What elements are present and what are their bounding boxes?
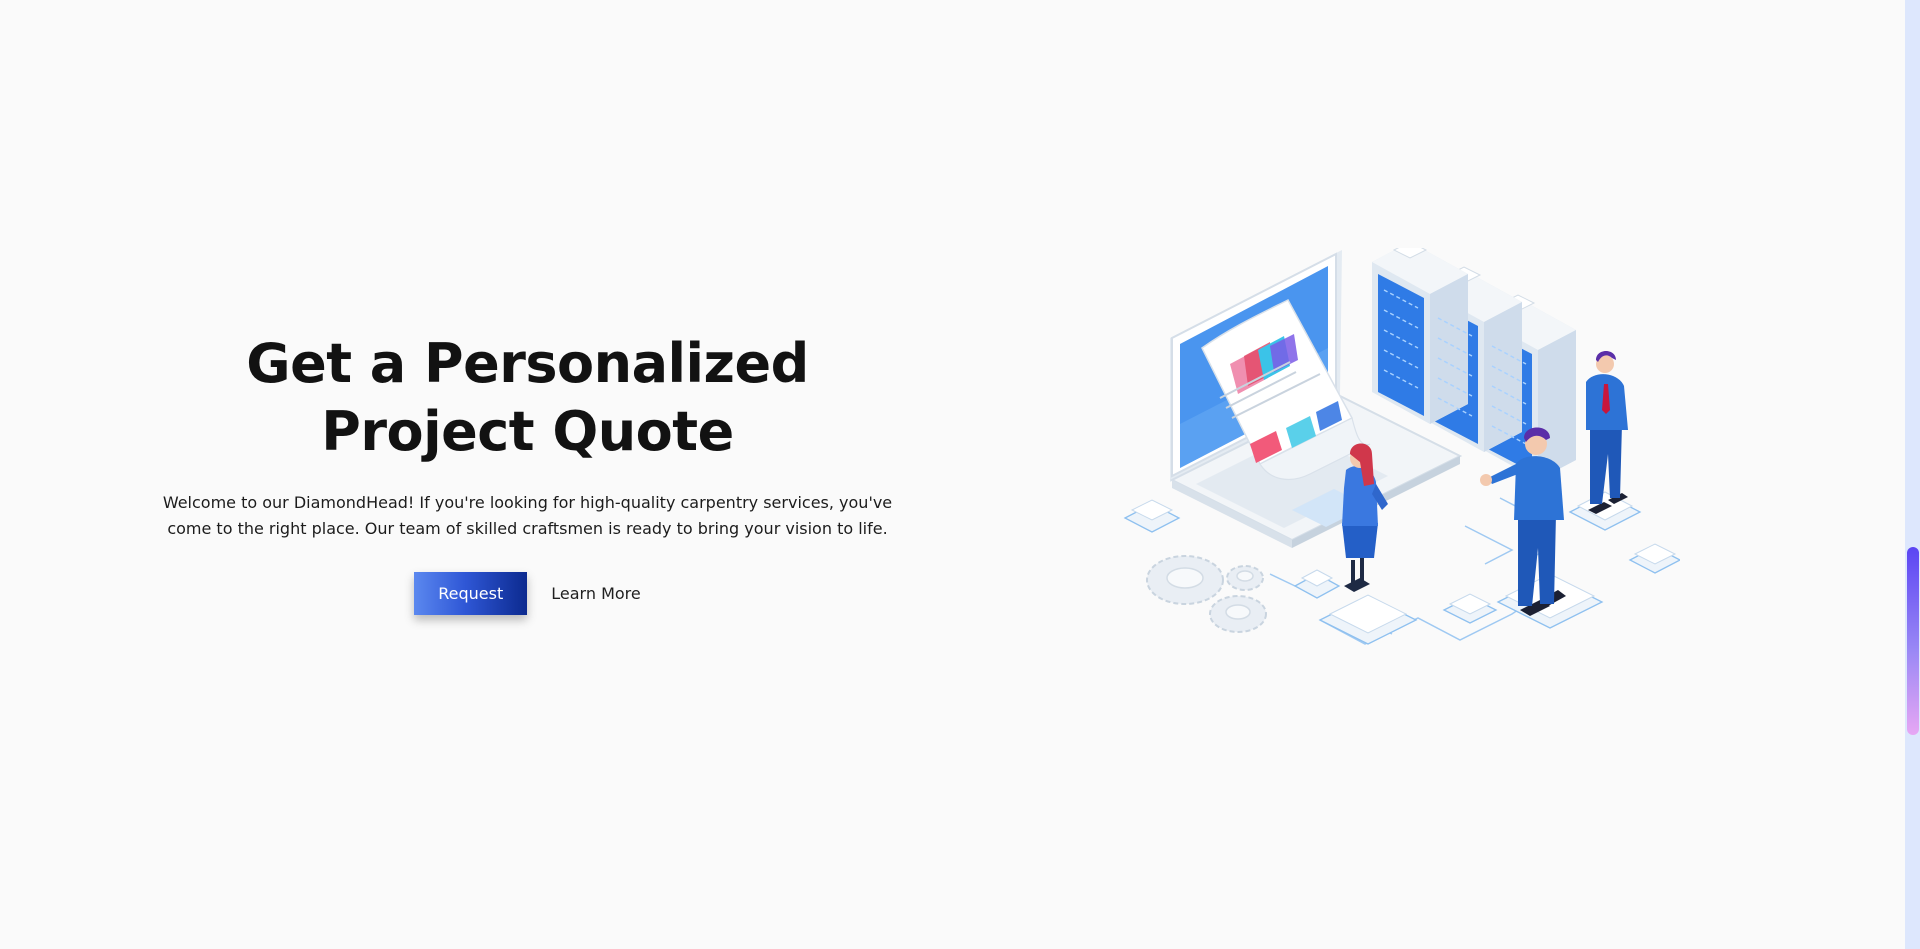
title-line-1: Get a Personalized [246,332,809,395]
page-title: Get a Personalized Project Quote [150,330,905,466]
page-scrollbar[interactable] [1905,0,1920,949]
description-line-2: come to the right place. Our team of ski… [167,519,888,538]
page: Get a Personalized Project Quote Welcome… [0,0,1920,949]
description-line-1: Welcome to our DiamondHead! If you're lo… [162,493,893,512]
hero-description: Welcome to our DiamondHead! If you're lo… [158,490,898,542]
scrollbar-thumb[interactable] [1907,547,1919,735]
request-button[interactable]: Request [414,572,528,615]
person-icon [1586,351,1628,514]
hero-content: Get a Personalized Project Quote Welcome… [150,330,905,615]
gear-icons [1146,555,1267,633]
title-line-2: Project Quote [321,400,734,463]
hero-actions: Request Learn More [150,572,905,615]
data-analytics-illustration [1120,241,1682,684]
learn-more-link[interactable]: Learn More [551,584,640,603]
